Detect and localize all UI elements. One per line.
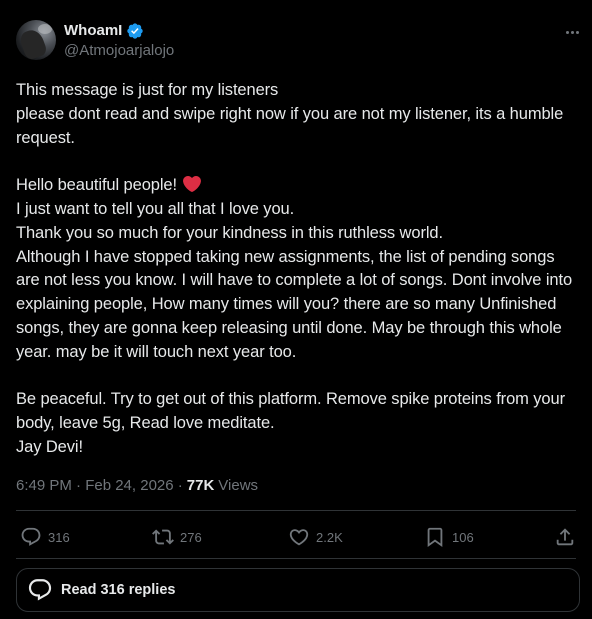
reply-button[interactable]: 316 [20,520,70,554]
bookmark-button[interactable]: 106 [424,520,474,554]
reply-bubble-icon [28,579,52,601]
verified-badge-icon [127,23,144,39]
post-line: Hello beautiful people! [16,174,576,198]
like-heart-icon [289,529,309,546]
read-replies-button[interactable]: Read 316 replies [16,568,580,612]
repost-icon [152,529,174,545]
views-count: 77K [186,477,215,494]
repost-count: 276 [180,529,202,545]
action-bar: 316 276 2.2K 106 [16,520,576,554]
bookmark-count: 106 [452,529,474,545]
red-heart-icon [183,176,202,193]
post-text: This message is just for my listeners pl… [16,79,576,460]
post-line: please dont read and swipe right now if … [16,104,564,147]
bookmark-icon [427,527,443,548]
more-horizontal-icon[interactable] [560,22,584,42]
author-handle[interactable]: @Atmojoarjalojo [64,41,174,61]
post-line-text: Hello beautiful people! [16,176,177,195]
share-button[interactable] [554,520,576,554]
post-line: This message is just for my listeners [16,81,279,99]
post-line: I just want to tell you all that I love … [16,199,295,218]
share-icon [556,528,574,546]
reply-count: 316 [48,529,70,545]
views-label: Views [218,477,259,494]
avatar[interactable] [16,20,56,60]
reply-icon [21,527,41,546]
author-display-name[interactable]: WhoamI [64,21,122,41]
read-replies-label: Read 316 replies [61,582,176,598]
divider [16,558,576,559]
post-timestamp[interactable]: 6:49 PM · Feb 24, 2026 · [16,476,183,496]
post-line: Be peaceful. Try to get out of this plat… [16,390,565,433]
divider [16,510,576,511]
post-line: Jay Devi! [16,437,83,456]
repost-button[interactable]: 276 [152,520,202,554]
post-line: Although I have stopped taking new assig… [16,247,573,361]
post-line: Thank you so much for your kindness in t… [16,223,443,242]
post-meta: 6:49 PM · Feb 24, 2026 · 77K Views [16,476,258,496]
like-count: 2.2K [316,529,343,545]
post-card: WhoamI @Atmojoarjalojo This message is j… [0,0,592,619]
author-name-row: WhoamI [64,21,144,41]
like-button[interactable]: 2.2K [288,520,343,554]
